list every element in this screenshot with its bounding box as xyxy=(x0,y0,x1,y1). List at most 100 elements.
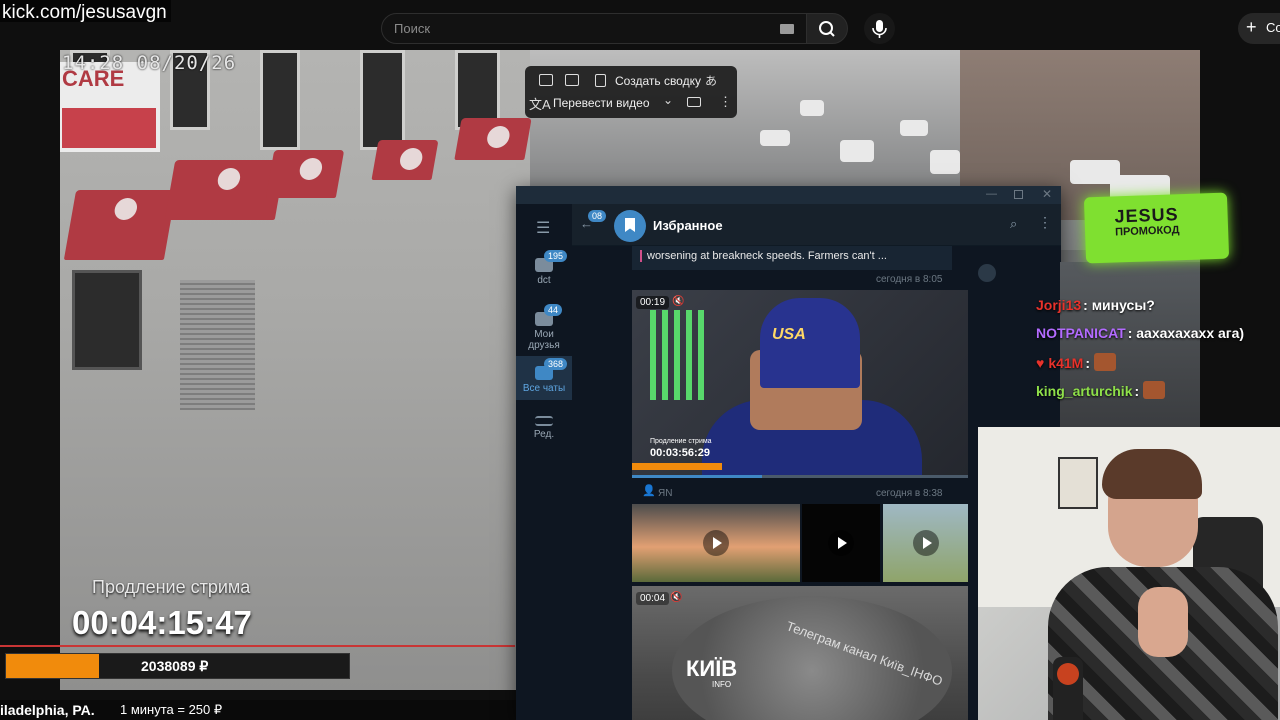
back-badge: 08 xyxy=(588,210,607,222)
stream-extension-label: Продление стрима xyxy=(92,577,251,597)
rolling-shutter xyxy=(180,280,255,410)
search-input[interactable]: Поиск xyxy=(381,13,807,44)
window-titlebar[interactable]: — ✕ xyxy=(516,186,1061,204)
translate-small-icon[interactable]: あ xyxy=(705,72,717,89)
translate-video-button[interactable]: Перевести видео xyxy=(553,96,650,110)
minimize-icon[interactable]: — xyxy=(986,188,997,200)
car xyxy=(840,140,874,162)
awning xyxy=(371,140,439,180)
url-label: kick.com/jesusavgn xyxy=(0,0,171,23)
share-icon[interactable] xyxy=(978,264,996,282)
search-button[interactable] xyxy=(806,13,848,44)
care-sign: CARE xyxy=(60,62,160,152)
chat-message: Jorji13: минусы? xyxy=(1036,297,1155,313)
media-thumbnail[interactable] xyxy=(632,504,800,582)
chat-text: : минусы? xyxy=(1083,297,1155,313)
close-icon[interactable]: ✕ xyxy=(1042,187,1052,201)
camera-timestamp: 14:28 08/20/26 xyxy=(62,52,237,74)
forwarded-from: ЯN xyxy=(658,488,673,499)
cap-text: USA xyxy=(772,326,806,343)
maximize-icon[interactable] xyxy=(1014,190,1023,199)
keyboard-icon[interactable] xyxy=(780,24,794,34)
saved-messages-avatar xyxy=(614,210,646,242)
awning xyxy=(265,150,345,198)
care-sign-banner xyxy=(62,108,156,148)
more-icon[interactable]: ⋮ xyxy=(719,94,732,110)
search-icon xyxy=(819,21,835,37)
play-icon[interactable] xyxy=(912,530,939,556)
video-message[interactable]: 00:04 🔇 КИЇВ INFO Телеграм канал Київ_ІН… xyxy=(632,586,968,720)
microphone xyxy=(1053,657,1083,720)
folder-friends[interactable]: 44 Мои друзья xyxy=(516,304,572,351)
window xyxy=(72,270,142,370)
donation-progress-bar: 2038089 ₽ xyxy=(5,653,350,679)
divider xyxy=(0,645,515,647)
video-progress[interactable] xyxy=(632,475,968,478)
car xyxy=(760,130,790,146)
document-icon xyxy=(595,74,606,87)
picture-frame xyxy=(1058,457,1098,509)
awning xyxy=(63,190,177,260)
unread-badge: 368 xyxy=(544,358,568,370)
more-icon[interactable]: ⋮ xyxy=(1038,214,1052,231)
message-text: worsening at breakneck speeds. Farmers c… xyxy=(640,250,887,262)
play-icon[interactable] xyxy=(828,530,854,556)
folder-edit[interactable]: Ред. xyxy=(516,416,572,440)
plus-icon: + xyxy=(1246,17,1257,37)
chat-text: : аахахахахх ага) xyxy=(1127,325,1245,341)
car xyxy=(930,150,960,174)
emote-icon xyxy=(1093,353,1116,371)
mute-icon[interactable]: 🔇 xyxy=(672,296,684,307)
car xyxy=(800,100,824,116)
create-button[interactable]: + Со xyxy=(1238,13,1280,44)
video-progress-fill xyxy=(632,475,762,478)
crop-icon[interactable] xyxy=(539,74,553,86)
create-summary-button[interactable]: Создать сводку xyxy=(615,74,701,88)
chevron-down-icon[interactable]: ⌄ xyxy=(663,93,673,107)
folder-all-chats[interactable]: 368 Все чаты xyxy=(516,356,572,400)
message-time: сегодня в 8:05 xyxy=(876,274,943,285)
screenshot-icon[interactable] xyxy=(565,74,579,86)
play-icon[interactable] xyxy=(703,530,729,556)
video-overlay-bar xyxy=(632,463,722,470)
folder-label: Мои друзья xyxy=(528,329,560,351)
promo-subtitle: ПРОМОКОД xyxy=(1114,224,1180,239)
heart-icon: ♥ xyxy=(1036,355,1045,371)
chat-message: king_arturchik: xyxy=(1036,381,1166,399)
video-overlay-label: Продление стрима xyxy=(650,438,712,445)
video-duration: 00:19 xyxy=(636,296,670,309)
folder-label: Ред. xyxy=(533,429,555,440)
message-time: сегодня в 8:38 xyxy=(876,488,943,499)
translate-icon: 文A xyxy=(529,97,551,112)
window xyxy=(260,50,300,150)
unread-badge: 44 xyxy=(544,304,563,316)
led-wall xyxy=(650,310,710,400)
microphone-button[interactable] xyxy=(864,13,895,44)
search-icon[interactable]: ⌕ xyxy=(1010,216,1017,232)
folder-dct[interactable]: 195 dct xyxy=(516,250,572,286)
window xyxy=(360,50,405,150)
search-placeholder: Поиск xyxy=(394,21,431,36)
channel-brand: КИЇВ xyxy=(686,656,738,681)
streamer-webcam xyxy=(978,427,1280,720)
bus-background xyxy=(1060,262,1200,427)
mute-icon[interactable]: 🔇 xyxy=(670,592,682,603)
microphone-icon xyxy=(872,20,887,38)
donation-total: 2038089 ₽ xyxy=(141,658,209,674)
message-preview[interactable]: worsening at breakneck speeds. Farmers c… xyxy=(632,246,952,270)
car xyxy=(900,120,928,136)
awning xyxy=(454,118,532,160)
subtitles-icon[interactable] xyxy=(687,97,701,107)
media-thumbnail[interactable] xyxy=(883,504,968,582)
folder-label: Все чаты xyxy=(522,383,566,394)
media-thumbnail[interactable] xyxy=(802,504,880,582)
video-overlay-timer: 00:03:56:29 xyxy=(650,447,710,459)
chat-username: k41M xyxy=(1048,355,1084,371)
video-message[interactable]: USA 00:19 🔇 Продление стрима 00:03:56:29 xyxy=(632,290,968,478)
unread-badge: 195 xyxy=(544,250,568,262)
chat-username: NOTPANICAT xyxy=(1036,325,1126,341)
chat-message: NOTPANICAT: аахахахахх ага) xyxy=(1036,325,1244,341)
channel-brand-sub: INFO xyxy=(712,680,732,689)
chat-username: Jorji13 xyxy=(1036,297,1082,313)
menu-icon[interactable]: ☰ xyxy=(536,218,550,238)
